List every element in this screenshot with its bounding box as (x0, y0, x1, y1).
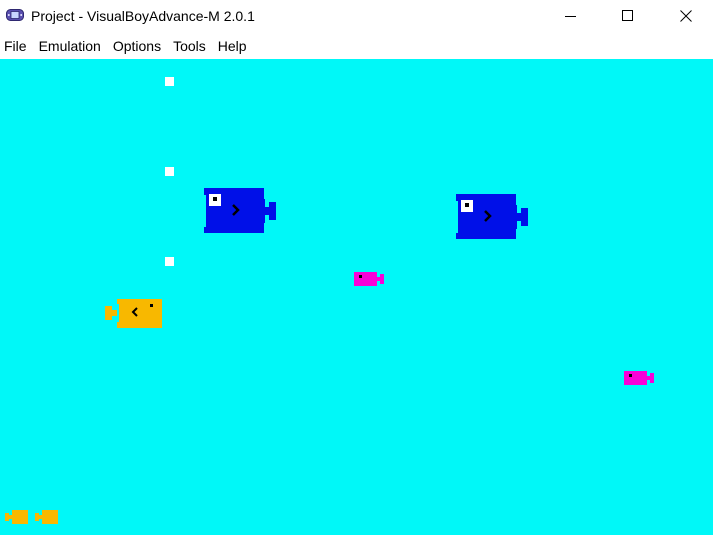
menu-tools[interactable]: Tools (167, 34, 212, 58)
close-icon (680, 10, 692, 22)
menu-file[interactable]: File (0, 34, 33, 58)
menu-bar: File Emulation Options Tools Help (0, 34, 713, 58)
window-title: Project - VisualBoyAdvance-M 2.0.1 (31, 8, 255, 24)
menu-emulation[interactable]: Emulation (33, 34, 107, 58)
game-screen[interactable] (0, 59, 713, 535)
maximize-icon (622, 10, 633, 21)
menu-options[interactable]: Options (107, 34, 167, 58)
gameboy-advance-icon (6, 9, 24, 21)
minimize-icon (565, 16, 576, 17)
pellet (165, 77, 174, 86)
minimize-button[interactable] (548, 0, 594, 32)
big-fish-sprite (204, 188, 276, 233)
menu-help[interactable]: Help (212, 34, 253, 58)
title-bar[interactable]: Project - VisualBoyAdvance-M 2.0.1 (0, 0, 713, 32)
close-button[interactable] (663, 0, 709, 32)
maximize-button[interactable] (605, 0, 651, 32)
pellet (165, 167, 174, 176)
big-fish-sprite (456, 194, 528, 239)
pellet (165, 257, 174, 266)
life-icon (35, 510, 58, 524)
player-fish-sprite (105, 299, 162, 328)
small-fish-sprite (624, 371, 654, 385)
life-icon (5, 510, 28, 524)
small-fish-sprite (354, 272, 384, 286)
